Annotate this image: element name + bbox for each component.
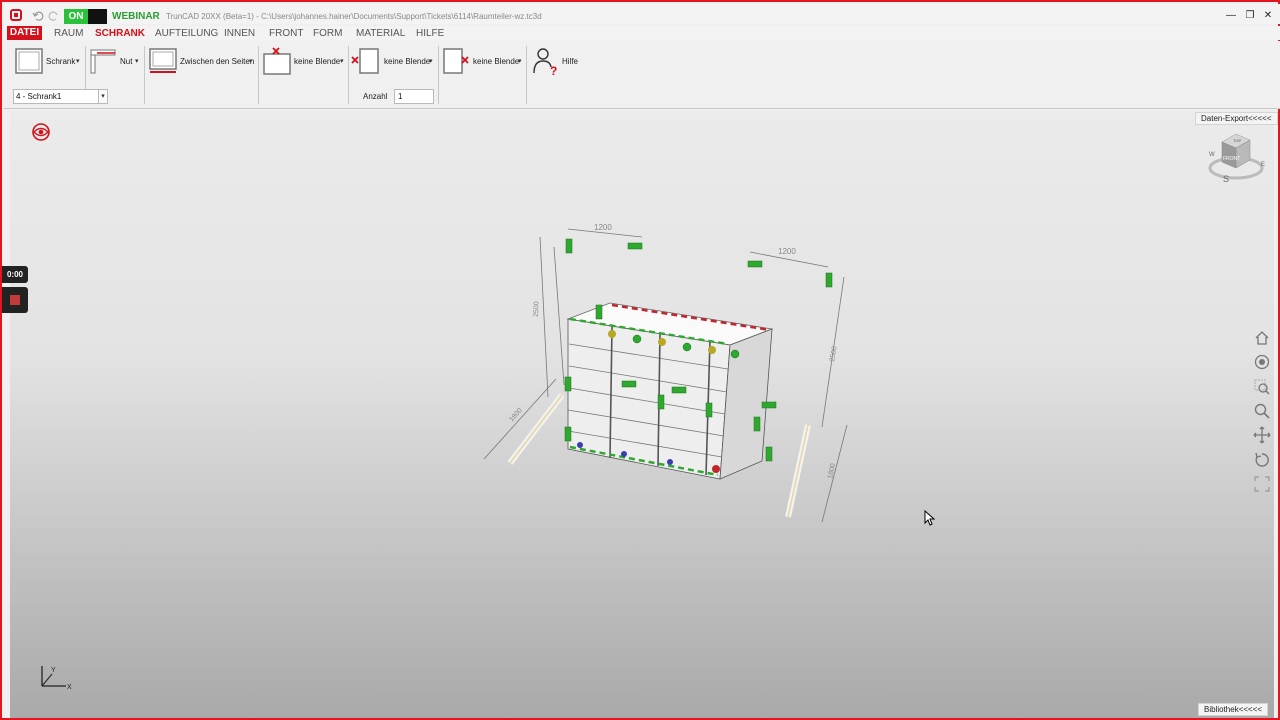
minimize-button[interactable]: — — [1224, 10, 1238, 21]
off-toggle-area[interactable] — [88, 9, 107, 24]
menu-aufteilung[interactable]: AUFTEILUNG — [155, 28, 218, 39]
cabinet-3d-model[interactable]: 1200 1200 2500 2500 1800 1800 — [472, 217, 862, 537]
ribbon-separator — [258, 46, 259, 104]
anzahl-label: Anzahl — [363, 92, 388, 101]
zwischen-seiten-icon[interactable] — [148, 47, 178, 75]
floor-edge-right-accent — [787, 424, 809, 518]
pan-icon[interactable] — [1253, 426, 1271, 444]
help-person-icon[interactable]: ? — [531, 46, 559, 76]
window-title: TrunCAD 20XX (Beta=1) - C:\Users\johanne… — [166, 12, 542, 21]
cube-front-label[interactable]: FRONT — [1223, 156, 1240, 162]
keine-blende-button-1[interactable]: keine Blende — [294, 57, 340, 66]
nut-button[interactable]: Nut — [120, 57, 132, 66]
dim-label-right-depth: 1800 — [827, 463, 837, 480]
blende2-dropdown-icon[interactable]: ▾ — [429, 57, 433, 65]
redo-icon[interactable] — [48, 10, 60, 22]
view-cube[interactable]: TOP FRONT W E S — [1206, 128, 1268, 184]
dim-label-left-depth: 1800 — [508, 407, 524, 423]
on-toggle-button[interactable]: ON — [64, 9, 88, 24]
ribbon-separator — [144, 46, 145, 104]
keine-blende-side-icon[interactable] — [350, 46, 382, 76]
floor-edge-left-accent — [509, 394, 563, 464]
blende1-dropdown-icon[interactable]: ▾ — [340, 57, 344, 65]
ribbon-separator — [526, 46, 527, 104]
dim-label-top-right: 1200 — [778, 247, 796, 256]
axis-gizmo: X Y — [41, 666, 72, 691]
cube-w-label[interactable]: W — [1209, 152, 1215, 158]
zoom-icon[interactable] — [1253, 402, 1271, 420]
keine-blende-button-3[interactable]: keine Blende — [473, 57, 519, 66]
keine-blende-right-icon[interactable] — [442, 46, 472, 76]
ribbon — [4, 41, 1280, 109]
dim-label-left-height: 2500 — [533, 301, 541, 317]
anzahl-input[interactable]: 1 — [394, 89, 434, 104]
menu-hilfe[interactable]: HILFE — [416, 28, 444, 39]
restore-button[interactable]: ❐ — [1243, 10, 1257, 21]
origin-marker — [712, 465, 720, 473]
keine-blende-top-icon[interactable] — [262, 46, 292, 76]
menu-innen[interactable]: INNEN — [224, 28, 255, 39]
mouse-cursor-icon — [924, 510, 936, 526]
recording-timer: 0:00 — [2, 266, 28, 283]
menu-front[interactable]: FRONT — [269, 28, 303, 39]
record-stop-button[interactable] — [2, 287, 28, 313]
zoom-window-icon[interactable] — [1253, 378, 1271, 396]
dim-label-right-height: 2500 — [829, 346, 839, 363]
bibliothek-button[interactable]: Bibliothek<<<<< — [1198, 703, 1269, 716]
ribbon-separator — [348, 46, 349, 104]
menu-schrank[interactable]: SCHRANK — [95, 28, 145, 39]
hilfe-button[interactable]: Hilfe — [562, 57, 578, 66]
menu-form[interactable]: FORM — [313, 28, 342, 39]
orbit-icon[interactable] — [1253, 353, 1271, 371]
axis-y-label: Y — [51, 667, 56, 674]
blende3-dropdown-icon[interactable]: ▾ — [518, 57, 522, 65]
ribbon-separator — [438, 46, 439, 104]
schrank-dropdown-icon[interactable]: ▾ — [76, 57, 80, 65]
daten-export-button[interactable]: Daten-Export<<<<< — [1195, 112, 1278, 125]
rotate-icon[interactable] — [1253, 451, 1271, 469]
cube-e-label[interactable]: E — [1261, 162, 1265, 168]
app-window: ON WEBINAR TrunCAD 20XX (Beta=1) - C:\Us… — [0, 0, 1280, 720]
fit-all-icon[interactable] — [1253, 475, 1271, 493]
chevron-down-icon[interactable]: ▾ — [98, 90, 107, 103]
home-icon[interactable] — [1253, 329, 1271, 347]
menu-datei[interactable]: DATEI — [7, 26, 42, 40]
stop-icon — [10, 295, 20, 305]
undo-icon[interactable] — [32, 10, 44, 22]
cabinet-front — [567, 318, 731, 480]
schrank-icon[interactable] — [14, 47, 44, 75]
keine-blende-button-2[interactable]: keine Blende — [384, 57, 430, 66]
zwischen-seiten-button[interactable]: Zwischen den Seiten — [180, 57, 254, 66]
axis-x-label: X — [67, 684, 72, 691]
nut-dropdown-icon[interactable]: ▾ — [135, 57, 139, 65]
eye-icon[interactable] — [31, 122, 51, 142]
schrank-button[interactable]: Schrank — [46, 57, 75, 66]
menu-raum[interactable]: RAUM — [54, 28, 83, 39]
zwischen-dropdown-icon[interactable]: ▾ — [249, 57, 253, 65]
menu-material[interactable]: MATERIAL — [356, 28, 405, 39]
app-logo-icon[interactable] — [9, 8, 23, 22]
webinar-label: WEBINAR — [112, 11, 160, 22]
cube-s-label[interactable]: S — [1223, 174, 1229, 184]
svg-text:?: ? — [550, 64, 557, 76]
dim-label-top-left: 1200 — [594, 223, 612, 232]
cube-top-label[interactable]: TOP — [1233, 138, 1241, 143]
nut-icon[interactable] — [89, 47, 117, 75]
object-select[interactable]: 4 - Schrank1 — [13, 89, 108, 104]
close-button[interactable]: ✕ — [1261, 10, 1275, 21]
